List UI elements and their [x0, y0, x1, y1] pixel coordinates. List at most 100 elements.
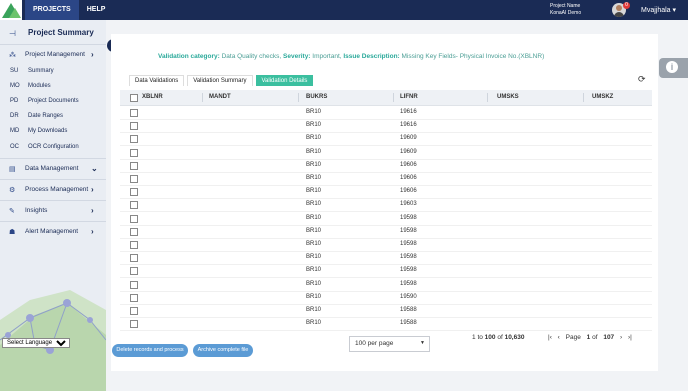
sidebar-item-project-documents[interactable]: PD Project Documents	[0, 95, 106, 109]
table-row[interactable]: BR10 19588	[120, 304, 652, 318]
language-select[interactable]: Select Language	[2, 338, 70, 348]
info-button[interactable]: i	[659, 58, 688, 78]
cell-lifnr: 19598	[400, 241, 417, 247]
column-separator[interactable]	[487, 93, 488, 102]
sidebar-item-summary[interactable]: SU Summary	[0, 65, 106, 79]
row-checkbox[interactable]	[130, 307, 138, 315]
section-data-management[interactable]: ▤ Data Management ⌄	[0, 161, 106, 178]
refresh-icon[interactable]: ⟳	[638, 74, 646, 85]
last-page-icon[interactable]: ›|	[628, 334, 632, 341]
page-current: 1	[586, 334, 591, 341]
table-row[interactable]: BR10 19598	[120, 225, 652, 239]
table-row[interactable]: BR10 19598	[120, 264, 652, 279]
cell-lifnr: 19598	[400, 214, 417, 221]
row-checkbox[interactable]	[130, 188, 138, 197]
divider	[0, 158, 106, 159]
row-checkbox[interactable]	[130, 241, 138, 249]
sidebar-title: ⊣ Project Summary	[0, 24, 106, 42]
cell-lifnr: 19606	[400, 175, 417, 181]
range-to-word: to	[477, 334, 483, 341]
table-row[interactable]: BR10 19606	[120, 185, 652, 200]
archive-file-button[interactable]: Archive complete file	[193, 344, 253, 357]
chevron-right-icon: ›	[91, 227, 94, 236]
row-checkbox[interactable]	[130, 148, 138, 157]
column-separator[interactable]	[298, 93, 299, 102]
next-page-icon[interactable]: ›	[620, 334, 622, 341]
row-checkbox[interactable]	[130, 293, 138, 302]
cell-lifnr: 19606	[400, 161, 417, 168]
previous-page-icon[interactable]: ‹	[558, 334, 560, 341]
sidebar-item-ocr-configuration[interactable]: OC OCR Configuration	[0, 141, 106, 155]
pin-icon[interactable]: ⊣	[9, 29, 16, 38]
app-logo[interactable]	[0, 0, 22, 20]
column-separator[interactable]	[202, 93, 203, 102]
row-checkbox[interactable]	[130, 227, 138, 236]
column-separator[interactable]	[583, 93, 584, 102]
table-row[interactable]: BR10 19598	[120, 212, 652, 226]
column-header-mandt[interactable]: MANDT	[209, 94, 231, 100]
notification-badge[interactable]: 0	[623, 2, 630, 9]
row-checkbox[interactable]	[130, 254, 138, 263]
table-row[interactable]: BR10 19606	[120, 172, 652, 186]
sidebar-item-modules[interactable]: MO Modules	[0, 80, 106, 94]
item-abbr: SU	[10, 68, 19, 74]
cell-lifnr: 19598	[400, 254, 417, 261]
section-project-management[interactable]: ⁂ Project Management ›	[0, 47, 106, 64]
tab-validation-summary[interactable]: Validation Summary	[187, 75, 253, 86]
row-checkbox[interactable]	[130, 175, 138, 183]
row-range: 1 to 100 of 10,630	[472, 334, 524, 341]
table-row[interactable]: BR10 19598	[120, 278, 652, 292]
page-of-word: of	[592, 334, 598, 341]
cell-bukrs: BR10	[306, 293, 322, 300]
column-header-umskz[interactable]: UMSKZ	[592, 94, 613, 100]
data-grid: XBLNR MANDT BUKRS LIFNR UMSKS UMSKZ BR10…	[120, 90, 652, 332]
tab-data-validations[interactable]: Data Validations	[129, 75, 185, 86]
column-header-xblnr[interactable]: XBLNR	[142, 94, 163, 100]
user-menu[interactable]: Mvajjhala ▾	[641, 6, 676, 14]
range-from: 1	[472, 334, 476, 341]
row-checkbox[interactable]	[130, 214, 138, 223]
cell-bukrs: BR10	[306, 214, 322, 221]
row-checkbox[interactable]	[130, 135, 138, 144]
table-row[interactable]: BR10 19598	[120, 238, 652, 252]
row-checkbox[interactable]	[130, 320, 138, 329]
cell-bukrs: BR10	[306, 135, 322, 142]
table-row[interactable]: BR10 19606	[120, 159, 652, 173]
section-process-management[interactable]: ⚙ Process Management ›	[0, 182, 106, 199]
column-separator[interactable]	[393, 93, 394, 102]
table-row[interactable]: BR10 19609	[120, 132, 652, 147]
row-checkbox[interactable]	[130, 201, 138, 210]
section-alert-management[interactable]: ☗ Alert Management ›	[0, 224, 106, 241]
per-page-select[interactable]: 100 per page ▼	[349, 336, 430, 352]
sidebar-item-my-downloads[interactable]: MD My Downloads	[0, 125, 106, 139]
row-checkbox[interactable]	[130, 161, 138, 170]
select-all-checkbox[interactable]	[130, 94, 138, 102]
row-checkbox[interactable]	[130, 267, 138, 276]
cell-bukrs: BR10	[306, 280, 322, 287]
tab-validation-details[interactable]: Validation Details	[255, 75, 314, 86]
project-name: KonaAI Demo	[550, 10, 582, 16]
cell-lifnr: 19598	[400, 280, 417, 287]
table-row[interactable]: BR10 19616	[120, 119, 652, 134]
table-row[interactable]: BR10 19616	[120, 106, 652, 120]
item-abbr: DR	[10, 113, 19, 119]
section-insights[interactable]: ✎ Insights ›	[0, 203, 106, 220]
table-row[interactable]: BR10 19590	[120, 291, 652, 305]
row-checkbox[interactable]	[130, 122, 138, 131]
nav-projects[interactable]: PROJECTS	[25, 0, 79, 20]
nav-help[interactable]: HELP	[79, 0, 114, 20]
table-row[interactable]: BR10 19598	[120, 251, 652, 266]
cell-bukrs: BR10	[306, 188, 322, 195]
project-name-label: Project Name	[550, 3, 581, 9]
sidebar-item-date-ranges[interactable]: DR Date Ranges	[0, 110, 106, 124]
table-row[interactable]: BR10 19588	[120, 317, 652, 332]
row-checkbox[interactable]	[130, 109, 138, 117]
first-page-icon[interactable]: |‹	[548, 334, 552, 341]
table-row[interactable]: BR10 19609	[120, 146, 652, 160]
row-checkbox[interactable]	[130, 280, 138, 289]
column-header-lifnr[interactable]: LIFNR	[400, 94, 418, 100]
column-header-bukrs[interactable]: BUKRS	[306, 94, 327, 100]
table-row[interactable]: BR10 19603	[120, 198, 652, 213]
delete-records-button[interactable]: Delete records and process	[112, 344, 188, 357]
column-header-umsks[interactable]: UMSKS	[497, 94, 519, 100]
